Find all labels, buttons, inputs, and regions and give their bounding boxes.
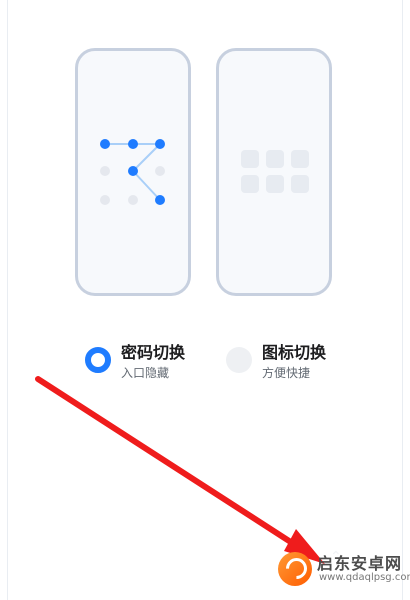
red-annotation-arrow	[35, 376, 325, 564]
watermark-name: 启东安卓网	[317, 554, 403, 573]
site-watermark: 启东安卓网 www.qdaqlpsg.com	[278, 550, 410, 588]
watermark-logo-icon	[278, 552, 312, 586]
arrow-shaft	[35, 376, 303, 551]
watermark-domain: www.qdaqlpsg.com	[319, 572, 410, 583]
